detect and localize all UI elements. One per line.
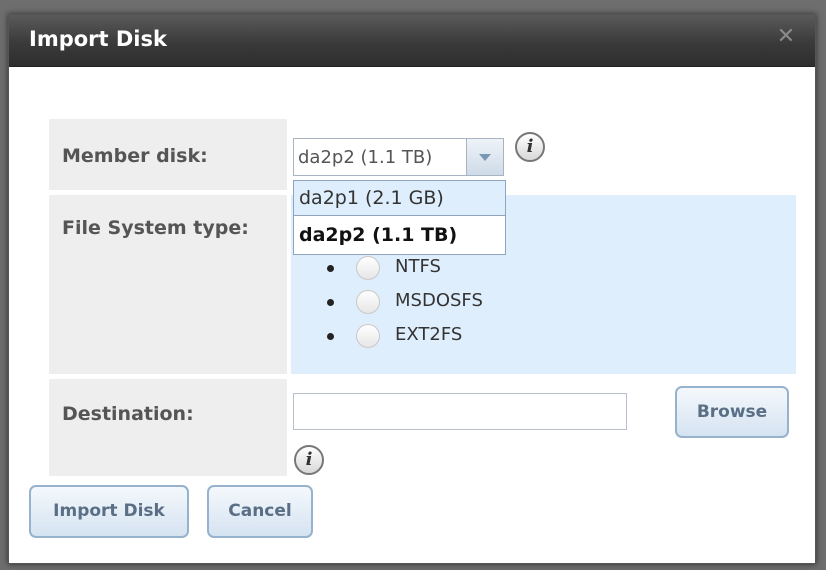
radio-msdosfs[interactable]: [356, 290, 380, 314]
chevron-down-icon[interactable]: [466, 139, 503, 175]
radio-label-ext2fs: EXT2FS: [395, 324, 463, 345]
member-disk-label: Member disk:: [62, 145, 208, 167]
member-disk-select[interactable]: da2p2 (1.1 TB): [293, 138, 504, 176]
member-disk-select-value: da2p2 (1.1 TB): [298, 147, 433, 168]
dropdown-option-da2p2[interactable]: da2p2 (1.1 TB): [294, 218, 505, 253]
list-bullet: [327, 265, 334, 272]
radio-label-msdosfs: MSDOSFS: [395, 290, 483, 311]
cancel-button[interactable]: Cancel: [207, 485, 313, 538]
dialog-titlebar: Import Disk ✕: [9, 15, 815, 67]
fs-type-label: File System type:: [62, 217, 249, 239]
import-disk-button[interactable]: Import Disk: [29, 485, 189, 538]
list-bullet: [327, 299, 334, 306]
member-disk-label-cell: Member disk:: [49, 119, 287, 190]
browse-button[interactable]: Browse: [675, 386, 789, 438]
member-disk-dropdown: da2p1 (2.1 GB) da2p2 (1.1 TB): [293, 180, 506, 255]
radio-label-ntfs: NTFS: [395, 256, 441, 277]
destination-input[interactable]: [293, 393, 627, 430]
dialog-title: Import Disk: [29, 27, 167, 51]
destination-label-cell: Destination:: [49, 379, 287, 476]
radio-ext2fs[interactable]: [356, 324, 380, 348]
member-disk-info-icon[interactable]: i: [515, 132, 545, 162]
destination-label: Destination:: [62, 403, 194, 425]
list-bullet: [327, 333, 334, 340]
import-disk-dialog: Import Disk ✕ Member disk: File System t…: [8, 14, 816, 564]
radio-ntfs[interactable]: [356, 256, 380, 280]
dropdown-option-da2p1[interactable]: da2p1 (2.1 GB): [294, 181, 505, 216]
fs-type-label-cell: File System type:: [49, 195, 287, 374]
destination-info-icon[interactable]: i: [294, 445, 324, 475]
close-icon[interactable]: ✕: [775, 26, 797, 48]
